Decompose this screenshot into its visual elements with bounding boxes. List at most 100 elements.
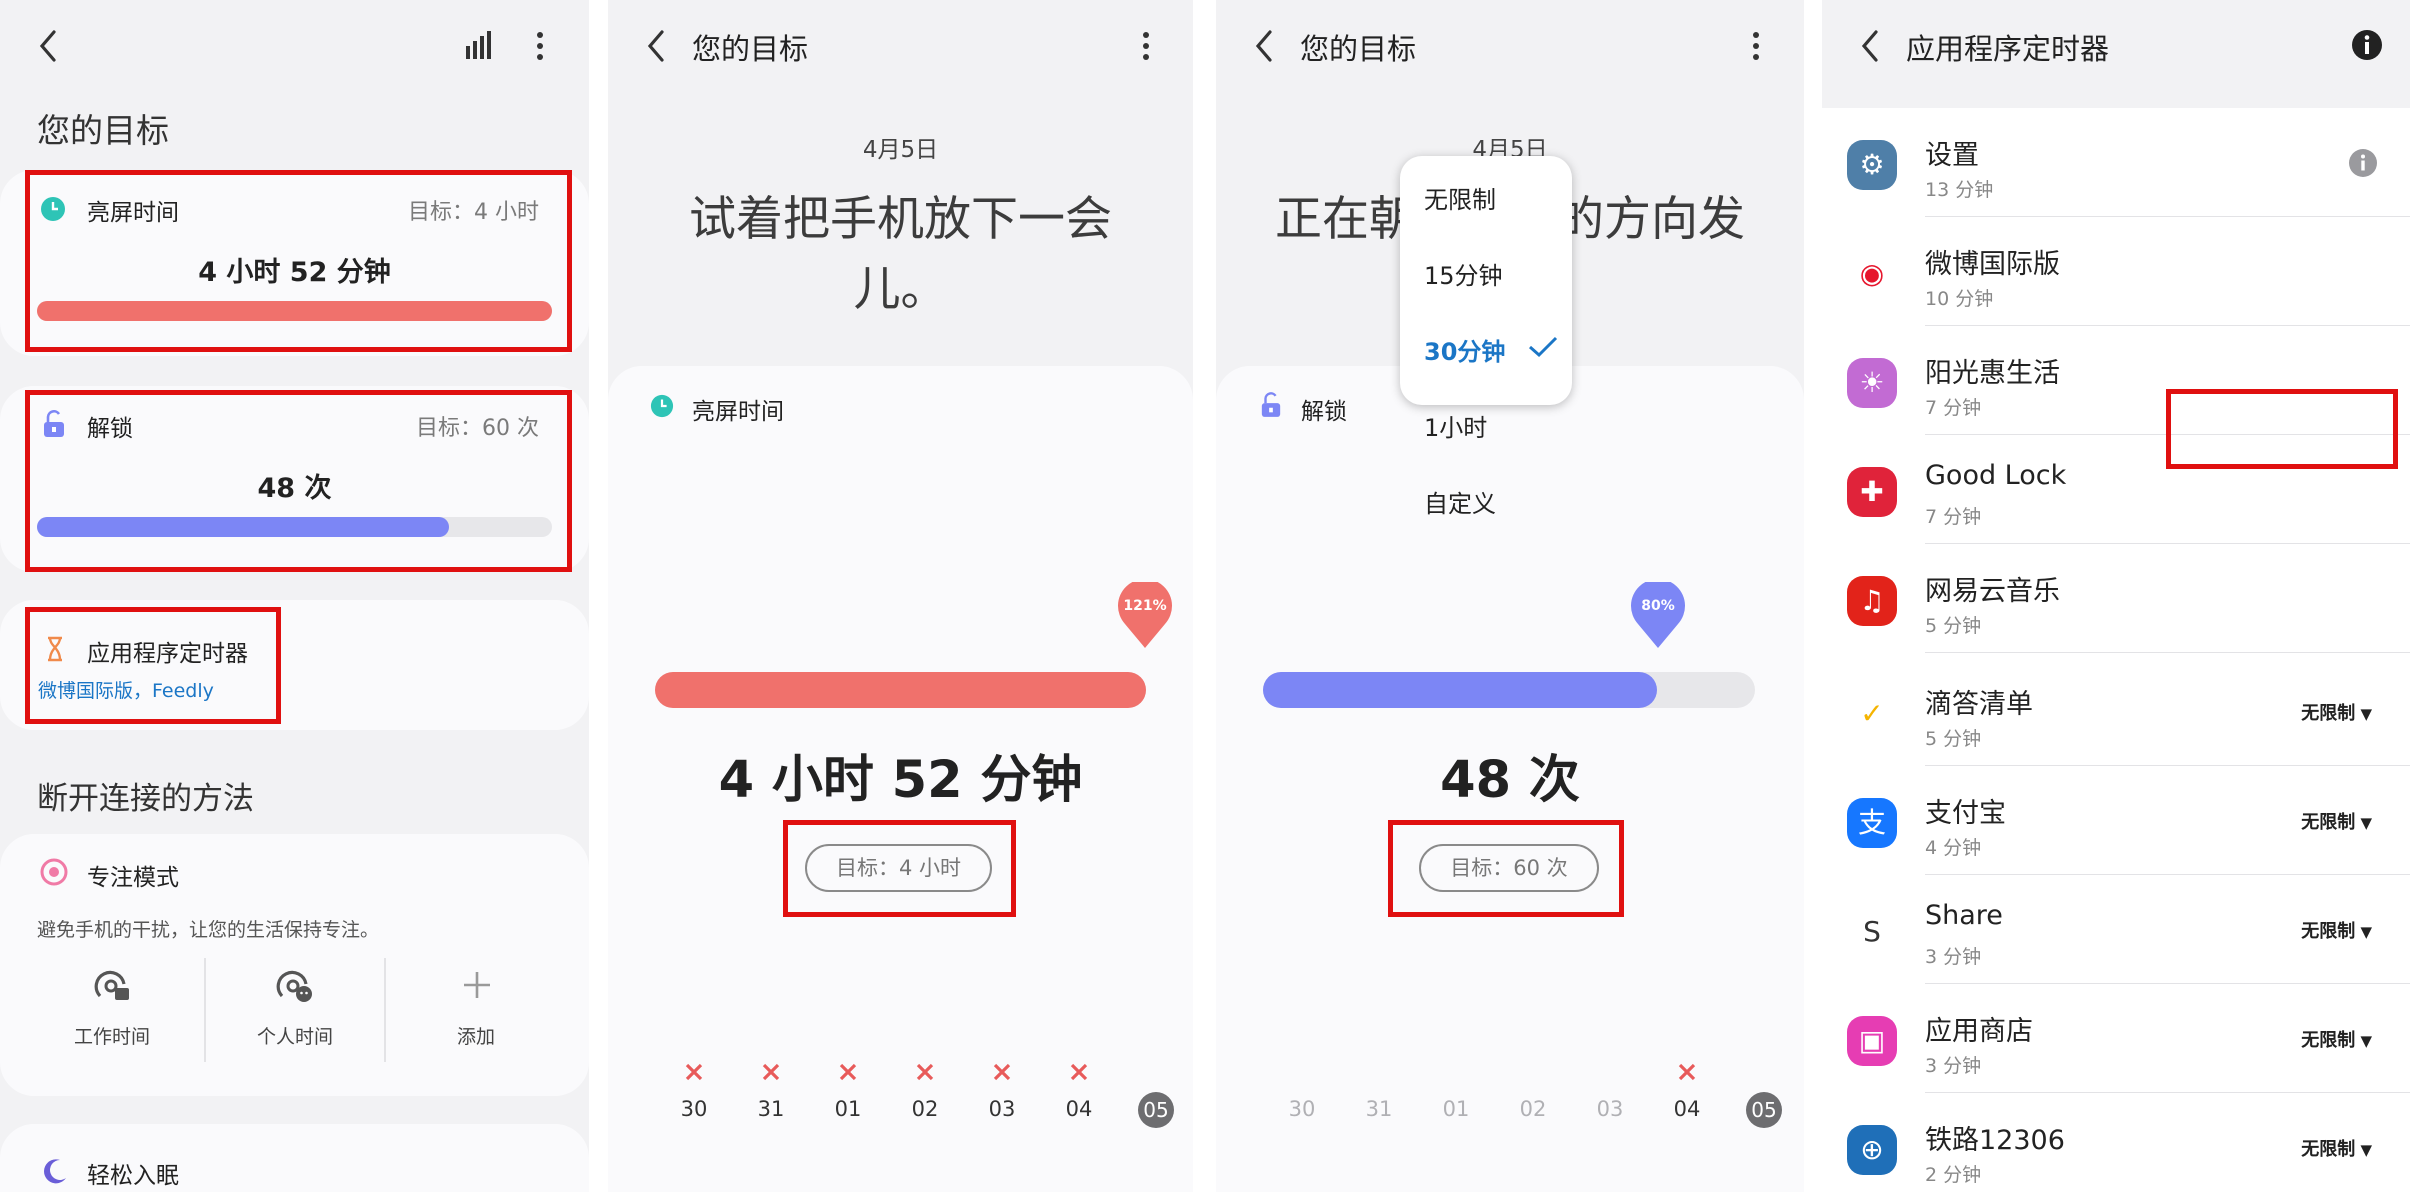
app-name: 支付宝 <box>1925 798 2006 829</box>
work-focus-icon <box>94 970 129 1000</box>
alipay-icon: 支 <box>1847 798 1897 848</box>
screen-time-value: 4 小时 52 分钟 <box>718 751 1083 810</box>
day-label-today[interactable]: 05 <box>1746 1092 1782 1128</box>
limit-value: 无限制 <box>2301 921 2356 942</box>
dropdown-arrow-icon: ▼ <box>2355 1032 2372 1050</box>
highlight-box <box>1388 820 1624 917</box>
app-row[interactable]: ⊕ 铁路12306 2 分钟 无限制 ▼ <box>1822 1093 2410 1192</box>
goals-overview-screen: 您的目标 亮屏时间 目标：4 小时 4 小时 52 分钟 解锁 目标：60 次 … <box>0 0 589 1192</box>
info-icon[interactable] <box>2348 148 2378 178</box>
limit-value: 无限制 <box>2301 703 2356 724</box>
option-30min-selected[interactable]: 30分钟 <box>1424 332 1505 367</box>
day-label[interactable]: 01 <box>823 1097 873 1121</box>
app-usage-time: 5 分钟 <box>1925 615 1982 637</box>
bubble-marker-icon <box>1118 582 1172 648</box>
missed-goal-x-icon <box>1678 1063 1696 1081</box>
missed-goal-x-icon <box>1070 1063 1088 1081</box>
limit-dropdown[interactable]: 无限制 ▼ <box>2301 917 2372 943</box>
work-time-label: 工作时间 <box>73 1026 150 1048</box>
unlocks-progress-fill <box>1263 672 1657 708</box>
day-label-today[interactable]: 05 <box>1138 1092 1174 1128</box>
percent-label: 80% <box>1641 598 1675 614</box>
app-name: 阳光惠生活 <box>1925 358 2060 389</box>
app-usage-time: 3 分钟 <box>1925 1055 1982 1077</box>
bar-chart-icon[interactable] <box>464 30 494 60</box>
back-arrow-icon[interactable] <box>1856 28 1886 64</box>
day-label[interactable]: 31 <box>1354 1097 1404 1121</box>
day-label[interactable]: 04 <box>1662 1097 1712 1121</box>
ticktick-icon: ✓ <box>1847 689 1897 739</box>
weibo-icon: ◉ <box>1847 249 1897 299</box>
limit-dropdown[interactable]: 无限制 ▼ <box>2301 1135 2372 1161</box>
app-timer-screen: 应用程序定时器 ⚙ 设置 13 分钟 ◉ 微博国际版 10 分钟 ☀ 阳光惠生活 7 分钟 ✚ Go… <box>1822 0 2410 1192</box>
app-row[interactable]: ♫ 网易云音乐 5 分钟 <box>1822 544 2410 653</box>
dropdown-arrow-icon: ▼ <box>2355 923 2372 941</box>
settings-gear-icon: ⚙ <box>1847 140 1897 190</box>
app-name: 铁路12306 <box>1925 1125 2065 1156</box>
app-row[interactable]: ▣ 应用商店 3 分钟 无限制 ▼ <box>1822 984 2410 1093</box>
day-label[interactable]: 30 <box>1277 1097 1327 1121</box>
app-row[interactable]: S Share 3 分钟 无限制 ▼ <box>1822 875 2410 984</box>
day-label[interactable]: 31 <box>746 1097 796 1121</box>
more-options-icon[interactable] <box>534 30 546 62</box>
headline-line-1: 试着把手机放下一会 <box>689 192 1112 247</box>
headline-line-2: 儿。 <box>853 262 948 317</box>
app-usage-time: 13 分钟 <box>1925 179 1994 201</box>
option-15min[interactable]: 15分钟 <box>1424 256 1503 291</box>
personal-time-label: 个人时间 <box>256 1026 333 1048</box>
highlight-box <box>783 820 1016 917</box>
highlight-box <box>25 390 572 572</box>
personal-focus-icon <box>276 970 312 1002</box>
header-title: 您的目标 <box>1300 32 1417 66</box>
limit-dropdown[interactable]: 无限制 ▼ <box>2301 1026 2372 1052</box>
app-row[interactable]: ◉ 微博国际版 10 分钟 <box>1822 217 2410 326</box>
limit-dropdown[interactable]: 无限制 ▼ <box>2301 808 2372 834</box>
add-focus-button[interactable]: 添加 <box>386 964 566 1064</box>
missed-goal-x-icon <box>993 1063 1011 1081</box>
day-label[interactable]: 02 <box>900 1097 950 1121</box>
app-name: 设置 <box>1925 140 1979 171</box>
limit-dropdown[interactable]: 无限制 ▼ <box>2301 699 2372 725</box>
sleep-card[interactable]: 轻松入眠 <box>0 1124 589 1192</box>
app-name: 滴答清单 <box>1925 689 2033 720</box>
personal-time-button[interactable]: 个人时间 <box>205 964 385 1064</box>
work-time-button[interactable]: 工作时间 <box>22 964 202 1064</box>
day-label[interactable]: 03 <box>1585 1097 1635 1121</box>
day-label[interactable]: 03 <box>977 1097 1027 1121</box>
highlight-box <box>25 170 572 352</box>
time-limit-dropdown: 无限制 15分钟 30分钟 1小时 自定义 <box>1400 156 1572 518</box>
option-1hour[interactable]: 1小时 <box>1424 408 1487 443</box>
app-row[interactable]: 支支付宝 4 分钟 无限制 ▼ <box>1822 766 2410 875</box>
percent-bubble: 80% <box>1630 582 1686 650</box>
info-icon[interactable] <box>2350 28 2384 62</box>
missed-goal-x-icon <box>762 1063 780 1081</box>
day-label[interactable]: 01 <box>1431 1097 1481 1121</box>
unlocks-value: 48 次 <box>1440 751 1580 810</box>
more-options-icon[interactable] <box>1140 30 1152 62</box>
app-row[interactable]: ⚙ 设置 13 分钟 <box>1822 108 2410 217</box>
option-unlimited[interactable]: 无限制 <box>1424 180 1496 215</box>
app-row[interactable]: ✓ 滴答清单 5 分钟 无限制 ▼ <box>1822 657 2410 766</box>
day-label[interactable]: 30 <box>669 1097 719 1121</box>
back-arrow-icon[interactable] <box>34 28 64 64</box>
back-arrow-icon[interactable] <box>1250 28 1280 64</box>
missed-goal-x-icon <box>916 1063 934 1081</box>
limit-value: 无限制 <box>2301 1030 2356 1051</box>
card-label: 解锁 <box>1301 399 1347 425</box>
day-label[interactable]: 02 <box>1508 1097 1558 1121</box>
back-arrow-icon[interactable] <box>642 28 672 64</box>
more-options-icon[interactable] <box>1750 30 1762 62</box>
app-name: Share <box>1925 900 2003 931</box>
percent-label: 121% <box>1123 598 1167 614</box>
app-usage-time: 3 分钟 <box>1925 946 1982 968</box>
focus-target-icon <box>40 858 68 886</box>
dropdown-arrow-icon: ▼ <box>2355 814 2372 832</box>
good-lock-icon: ✚ <box>1847 467 1897 517</box>
option-custom[interactable]: 自定义 <box>1424 484 1496 519</box>
divider <box>1925 652 2410 653</box>
disconnect-section-title: 断开连接的方法 <box>37 781 254 817</box>
app-usage-time: 4 分钟 <box>1925 837 1982 859</box>
railway-icon: ⊕ <box>1847 1125 1897 1175</box>
day-label[interactable]: 04 <box>1054 1097 1104 1121</box>
app-name: 网易云音乐 <box>1925 576 2060 607</box>
